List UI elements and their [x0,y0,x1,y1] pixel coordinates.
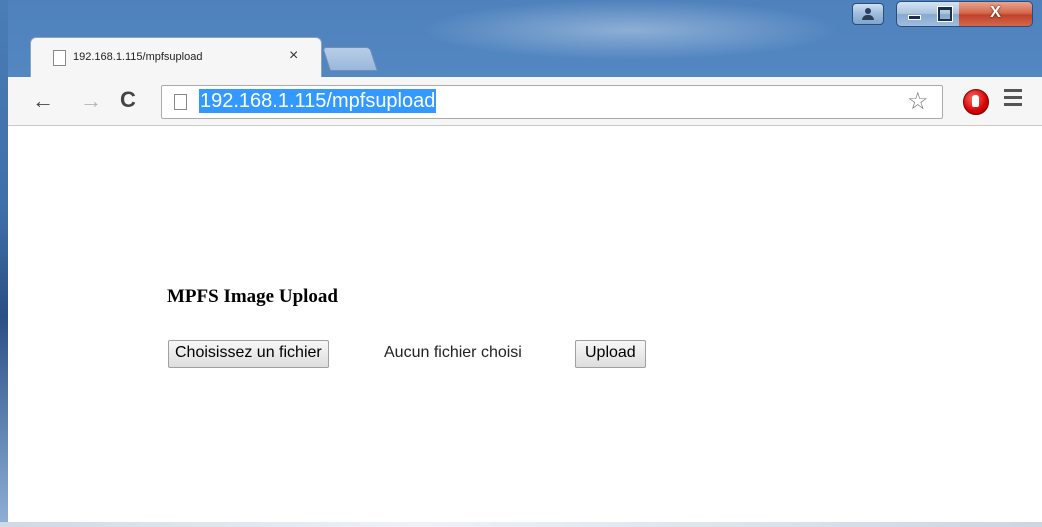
tab-close-icon[interactable]: × [289,47,298,65]
browser-toolbar: ← → C 192.168.1.115/mpfsupload ☆ [8,77,1042,126]
window-bottom-edge [0,522,1042,527]
hamburger-menu-icon[interactable] [1004,89,1022,110]
upload-button[interactable]: Upload [575,340,646,368]
maximize-icon [938,7,952,21]
bookmark-star-icon[interactable]: ☆ [907,87,929,116]
minimize-icon [908,15,921,20]
back-arrow-icon[interactable]: ← [32,88,54,114]
reload-icon[interactable]: C [120,87,136,113]
tab-title: 192.168.1.115/mpfsupload [73,51,203,63]
page-title: MPFS Image Upload [167,286,338,307]
browser-tab[interactable]: 192.168.1.115/mpfsupload × [30,37,322,78]
user-profile-button[interactable] [852,3,884,25]
maximize-button[interactable] [929,1,960,27]
close-icon: X [990,4,1001,21]
minimize-button[interactable] [896,1,931,27]
forward-arrow-icon[interactable]: → [80,88,102,114]
choose-file-button[interactable]: Choisissez un fichier [168,340,329,368]
close-window-button[interactable]: X [959,1,1033,27]
page-icon [174,94,187,110]
page-content: MPFS Image Upload Choisissez un fichier … [8,126,1042,522]
page-icon [53,50,66,66]
address-bar[interactable]: 192.168.1.115/mpfsupload ☆ [161,85,943,119]
user-icon-body [862,15,874,20]
stop-hand-icon[interactable] [963,89,989,115]
user-icon [865,8,871,14]
frame-glow [420,0,840,60]
url-text[interactable]: 192.168.1.115/mpfsupload [199,89,437,113]
new-tab-button[interactable] [322,47,378,71]
file-status-text: Aucun fichier choisi [384,344,522,361]
window-frame-left [0,0,8,527]
